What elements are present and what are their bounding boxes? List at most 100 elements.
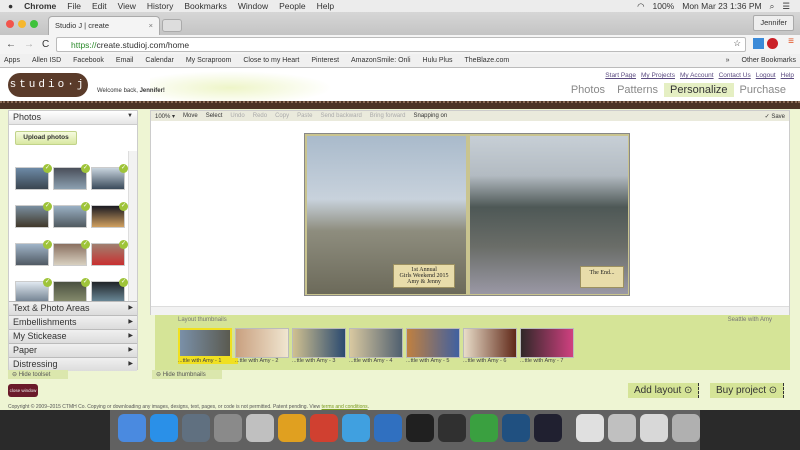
profile-button[interactable]: Jennifer [753,15,794,31]
close-window-button[interactable]: close window [8,384,38,397]
photo-thumbnail[interactable]: ✓ [91,164,128,190]
photo-thumbnail[interactable]: ✓ [91,202,128,228]
preview-icon[interactable] [246,414,274,442]
upload-photos-button[interactable]: Upload photos [15,131,77,145]
menu-window[interactable]: Window [238,1,268,11]
bookmark-my-scraproom[interactable]: My Scraproom [186,57,232,64]
photo-thumbnail[interactable]: ✓ [53,202,90,228]
reload-icon[interactable]: C [42,39,49,50]
document-icon[interactable] [576,414,604,442]
menu-file[interactable]: File [67,1,81,11]
canvas-scrollbar[interactable] [151,306,789,315]
list-icon[interactable]: ☰ [782,1,790,12]
pinterest-icon[interactable] [767,38,778,49]
right-page-photo[interactable]: The End... [470,136,628,294]
end-text-box[interactable]: The End... [580,266,624,288]
photo-thumbnail[interactable]: ✓ [15,202,52,228]
accordion-text-photo-areas[interactable]: Text & Photo Areas ▶ [9,301,137,315]
photo-thumbnail[interactable]: ✓ [15,164,52,190]
tab-close-icon[interactable]: × [149,21,153,31]
minimize-icon[interactable] [18,20,26,28]
redo-button[interactable]: Redo [253,113,267,119]
layout-thumbnail[interactable] [463,328,517,358]
link-contact-us[interactable]: Contact Us [719,72,751,79]
bookmark-facebook[interactable]: Facebook [73,57,104,64]
star-icon[interactable]: ☆ [733,38,741,49]
wolf-icon[interactable] [438,414,466,442]
bookmark-allen-isd[interactable]: Allen ISD [32,57,61,64]
left-page-photo[interactable]: 1st Annual Girls Weekend 2015 Amy & Jenny [307,136,466,294]
copy-button[interactable]: Copy [275,113,289,119]
step-purchase[interactable]: Purchase [734,83,792,97]
extension-icon[interactable] [753,38,764,49]
kindle-icon[interactable] [406,414,434,442]
forward-icon[interactable]: → [24,39,34,50]
bookmark-pinterest[interactable]: Pinterest [311,57,339,64]
letter-icon[interactable] [608,414,636,442]
layout-spread[interactable]: 1st Annual Girls Weekend 2015 Amy & Jenny … [304,133,630,296]
buy-project-button[interactable]: Buy project ⊙ [710,383,785,398]
trash-icon[interactable] [672,414,700,442]
accordion-embellishments[interactable]: Embellishments ▶ [9,315,137,329]
excel-icon[interactable] [470,414,498,442]
paste-button[interactable]: Paste [297,113,312,119]
battery-level[interactable]: 100% [652,1,674,12]
close-window-icon[interactable] [6,20,14,28]
undo-button[interactable]: Undo [230,113,244,119]
word-icon[interactable] [374,414,402,442]
move-tool[interactable]: Move [183,113,198,119]
link-start-page[interactable]: Start Page [605,72,636,79]
back-icon[interactable]: ← [6,39,16,50]
hide-thumbnails-button[interactable]: ⊖ Hide thumbnails [152,370,222,379]
sling-icon[interactable] [502,414,530,442]
app-store-icon[interactable] [150,414,178,442]
bookmark-close-to-my-heart[interactable]: Close to my Heart [243,57,299,64]
more-bookmarks[interactable]: » [726,57,730,64]
menu-bookmarks[interactable]: Bookmarks [184,1,227,11]
step-patterns[interactable]: Patterns [611,83,664,97]
step-photos[interactable]: Photos [565,83,611,97]
rocket-icon[interactable] [310,414,338,442]
menu-history[interactable]: History [147,1,173,11]
bookmark-amazonsmile[interactable]: AmazonSmile: Onli [351,57,411,64]
link-my-projects[interactable]: My Projects [641,72,675,79]
picasa-icon[interactable] [342,414,370,442]
fitbit-icon[interactable] [534,414,562,442]
menu-people[interactable]: People [279,1,305,11]
bookmark-calendar[interactable]: Calendar [145,57,173,64]
accordion-paper[interactable]: Paper ▶ [9,343,137,357]
send-backward-button[interactable]: Send backward [320,113,361,119]
photos-panel-header[interactable]: Photos ▼ [9,111,137,125]
bookmark-email[interactable]: Email [116,57,134,64]
search-icon[interactable]: ⌕ [770,1,775,12]
photo-thumbnail[interactable]: ✓ [53,240,90,266]
photo-thumbnail[interactable]: ✓ [53,164,90,190]
add-layout-button[interactable]: Add layout ⊙ [628,383,700,398]
apple-icon[interactable]: ● [8,1,13,11]
system-preferences-icon[interactable] [214,414,242,442]
bookmark-apps[interactable]: Apps [4,57,20,64]
mail-pencil-icon[interactable] [640,414,668,442]
accordion-distressing[interactable]: Distressing ▶ [9,357,137,371]
layout-thumbnail[interactable] [349,328,403,358]
photo-thumbnail[interactable]: ✓ [91,240,128,266]
studio-j-logo[interactable]: studio·j [8,73,88,97]
link-logout[interactable]: Logout [756,72,776,79]
wifi-icon[interactable]: ◠ [637,1,644,12]
select-tool[interactable]: Select [206,113,223,119]
menu-app[interactable]: Chrome [24,1,56,11]
photo-scrollbar[interactable] [128,151,137,301]
chrome-icon[interactable] [278,414,306,442]
layout-thumbnail[interactable] [235,328,289,358]
bookmark-theblaze[interactable]: TheBlaze.com [465,57,510,64]
snapping-toggle[interactable]: Snapping on [413,113,447,119]
layout-thumbnail[interactable] [520,328,574,358]
bookmark-hulu-plus[interactable]: Hulu Plus [423,57,453,64]
zoom-icon[interactable] [30,20,38,28]
finder-icon[interactable] [118,414,146,442]
menu-edit[interactable]: Edit [92,1,107,11]
layout-thumbnail[interactable] [292,328,346,358]
new-tab-button[interactable] [162,19,182,32]
layout-thumbnail[interactable] [178,328,232,358]
accordion-my-stickease[interactable]: My Stickease ▶ [9,329,137,343]
